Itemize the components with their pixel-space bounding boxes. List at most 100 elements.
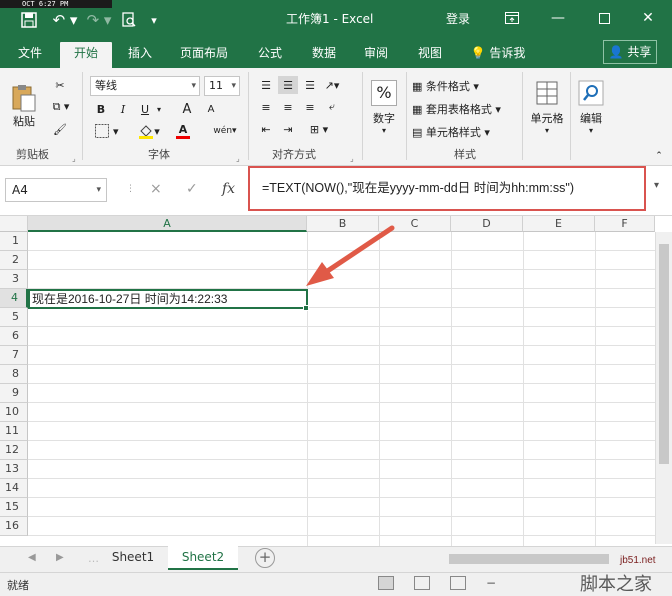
print-preview-icon[interactable] (118, 9, 140, 31)
undo-icon[interactable]: ↶ ▾ (48, 9, 82, 31)
grow-font-button[interactable]: A (178, 100, 196, 118)
formula-input[interactable]: =TEXT(NOW(),"现在是yyyy-mm-dd日 时间为hh:mm:ss"… (248, 166, 646, 211)
column-header-f[interactable]: F (595, 216, 655, 232)
row-header[interactable]: 9 (0, 384, 28, 403)
insert-function-icon[interactable]: fx (222, 181, 235, 197)
increase-indent-icon[interactable]: ⇥ (278, 120, 298, 138)
row-header[interactable]: 10 (0, 403, 28, 422)
tell-me-search[interactable]: 💡 告诉我 (466, 44, 530, 68)
conditional-format-button[interactable]: ▦ 条件格式 ▾ (412, 78, 479, 94)
customize-qat-icon[interactable]: ▾ (144, 9, 164, 31)
row-header[interactable]: 12 (0, 441, 28, 460)
tab-formulas[interactable]: 公式 (248, 44, 292, 68)
align-bottom-icon[interactable]: ☰ (300, 76, 320, 94)
row-header[interactable]: 11 (0, 422, 28, 441)
paste-button[interactable]: 粘贴 (6, 76, 42, 136)
underline-button[interactable]: U (136, 100, 154, 118)
font-name-combo[interactable]: 等线 ▾ (90, 76, 200, 96)
scroll-thumb[interactable] (659, 244, 669, 464)
ribbon-display-icon[interactable] (502, 8, 522, 28)
column-header-d[interactable]: D (451, 216, 523, 232)
zoom-out-icon[interactable]: − (486, 576, 496, 590)
tab-data[interactable]: 数据 (302, 44, 346, 68)
worksheet-grid[interactable]: A B C D E F 1 2 3 4 5 6 7 8 9 10 11 12 1… (0, 216, 672, 546)
close-icon[interactable]: ✕ (638, 8, 658, 28)
page-layout-view-icon[interactable] (414, 576, 430, 590)
editing-button[interactable]: 编辑 ▾ (574, 76, 608, 138)
decrease-indent-icon[interactable]: ⇤ (256, 120, 276, 138)
copy-icon[interactable]: ⧉ ▾ (48, 98, 74, 116)
enter-icon[interactable]: ✓ (186, 181, 198, 197)
row-header[interactable]: 6 (0, 327, 28, 346)
maximize-icon[interactable] (594, 8, 614, 28)
tab-view[interactable]: 视图 (408, 44, 452, 68)
cut-icon[interactable]: ✂ (50, 76, 70, 94)
row-header[interactable]: 1 (0, 232, 28, 251)
tab-review[interactable]: 审阅 (354, 44, 398, 68)
number-format-button[interactable]: % 数字 ▾ (368, 76, 400, 138)
align-left-icon[interactable]: ≡ (256, 98, 276, 116)
share-button[interactable]: 👤 共享 (603, 40, 657, 64)
vertical-scrollbar[interactable] (655, 232, 672, 544)
cells-button[interactable]: 单元格 ▾ (528, 76, 566, 138)
font-launcher-icon[interactable]: ⌟ (236, 154, 240, 163)
cell-styles-label: 单元格样式 (425, 126, 481, 139)
font-size-combo[interactable]: 11 ▾ (204, 76, 240, 96)
row-header[interactable]: 4 (0, 289, 28, 308)
font-color-button[interactable]: A (168, 122, 198, 140)
redo-icon[interactable]: ↷ ▾ (84, 9, 114, 31)
normal-view-icon[interactable] (378, 576, 394, 590)
sheet-prev-icon[interactable]: ◀ (28, 552, 36, 563)
tab-file[interactable]: 文件 (8, 44, 52, 68)
italic-button[interactable]: I (114, 100, 132, 118)
fill-handle[interactable] (303, 305, 309, 311)
cancel-icon[interactable]: × (150, 181, 162, 197)
sheet-tab-sheet2[interactable]: Sheet2 (168, 546, 238, 570)
row-header[interactable]: 15 (0, 498, 28, 517)
cell-a4[interactable]: 现在是2016-10-27日 时间为14:22:33 (28, 289, 308, 309)
bold-button[interactable]: B (92, 100, 110, 118)
format-as-table-button[interactable]: ▦ 套用表格格式 ▾ (412, 101, 501, 117)
sheet-next-icon[interactable]: ▶ (56, 552, 64, 563)
row-header[interactable]: 8 (0, 365, 28, 384)
row-header[interactable]: 2 (0, 251, 28, 270)
merge-center-icon[interactable]: ⊞ ▾ (302, 120, 336, 138)
scroll-thumb[interactable] (449, 554, 609, 564)
wrap-text-icon[interactable]: ⤶ (322, 98, 342, 116)
align-right-icon[interactable]: ≡ (300, 98, 320, 116)
collapse-ribbon-icon[interactable]: ⌃ (652, 150, 666, 162)
row-header[interactable]: 13 (0, 460, 28, 479)
row-header[interactable]: 3 (0, 270, 28, 289)
login-link[interactable]: 登录 (446, 10, 470, 27)
shrink-font-button[interactable]: A (202, 100, 220, 118)
select-all-corner[interactable] (0, 216, 28, 232)
format-painter-icon[interactable]: 🖌 (50, 120, 70, 138)
row-header[interactable]: 5 (0, 308, 28, 327)
tab-home[interactable]: 开始 (60, 42, 112, 68)
row-header[interactable]: 7 (0, 346, 28, 365)
row-header[interactable]: 14 (0, 479, 28, 498)
row-header[interactable]: 16 (0, 517, 28, 536)
clipboard-launcher-icon[interactable]: ⌟ (72, 154, 76, 163)
align-top-icon[interactable]: ☰ (256, 76, 276, 94)
cell-styles-button[interactable]: ▤ 单元格样式 ▾ (412, 124, 490, 140)
minimize-icon[interactable]: — (548, 8, 568, 28)
tab-page-layout[interactable]: 页面布局 (170, 44, 238, 68)
tab-insert[interactable]: 插入 (118, 44, 162, 68)
column-header-e[interactable]: E (523, 216, 595, 232)
sheet-tab-sheet1[interactable]: Sheet1 (100, 546, 166, 570)
expand-formula-icon[interactable]: ▾ (654, 180, 659, 191)
column-header-a[interactable]: A (28, 216, 307, 232)
underline-dropdown-icon[interactable]: ▾ (154, 100, 164, 118)
alignment-launcher-icon[interactable]: ⌟ (350, 154, 354, 163)
page-break-view-icon[interactable] (450, 576, 466, 590)
align-center-icon[interactable]: ≡ (278, 98, 298, 116)
phonetic-button[interactable]: wén ▾ (210, 122, 240, 140)
borders-icon[interactable]: ▾ (92, 122, 122, 140)
orientation-icon[interactable]: ↗▾ (320, 76, 344, 94)
save-icon[interactable] (18, 9, 40, 31)
name-box[interactable]: A4 ▾ (5, 178, 107, 202)
fill-color-icon[interactable]: ▾ (134, 122, 164, 140)
add-sheet-button[interactable]: + (255, 548, 275, 568)
align-middle-icon[interactable]: ☰ (278, 76, 298, 94)
